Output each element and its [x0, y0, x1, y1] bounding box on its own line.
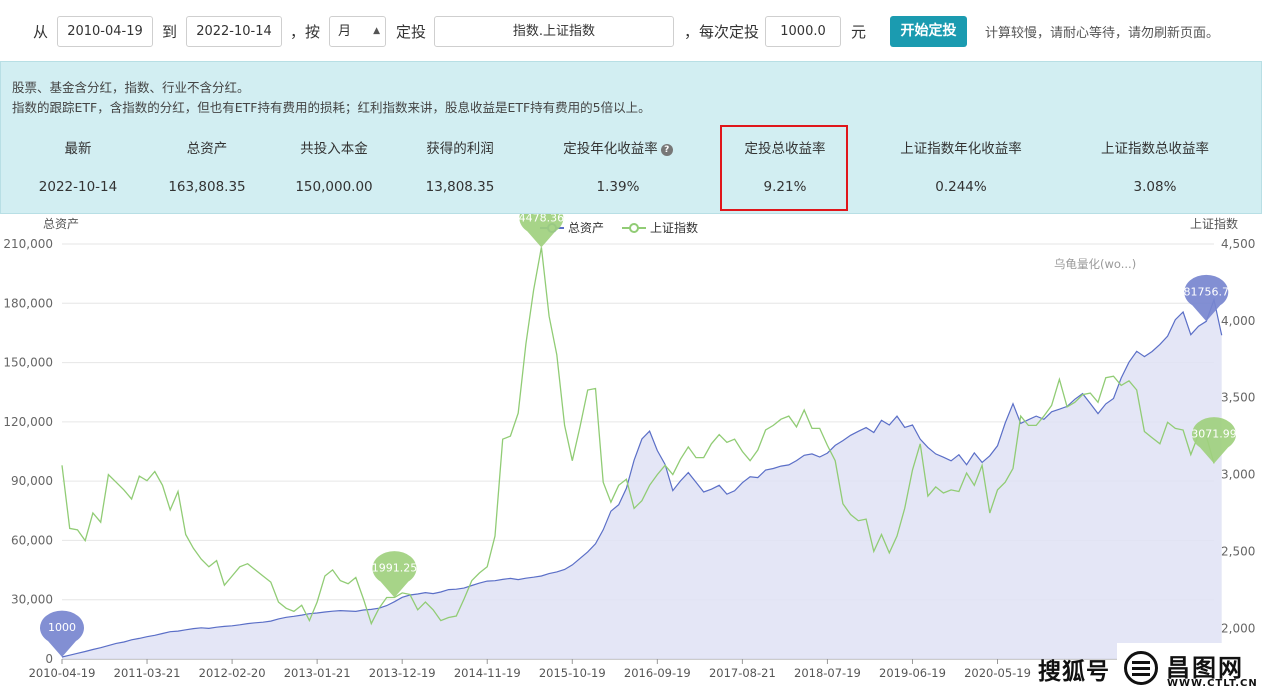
from-label: 从 [33, 23, 49, 41]
y-left-tick: 0 [45, 652, 53, 666]
marker-label: 1000 [48, 621, 76, 634]
stat-header-index-total: 上证指数总收益率 [1101, 141, 1209, 157]
stat-value-principal: 150,000.00 [295, 179, 373, 195]
x-tick-label: 2018-07-19 [794, 666, 861, 680]
target-index-input[interactable]: 指数.上证指数 [434, 16, 674, 47]
y-left-tick: 210,000 [3, 237, 53, 251]
legend-index-marker [629, 223, 639, 233]
stat-value-index-total: 3.08% [1133, 179, 1177, 195]
legend-total-assets-label: 总资产 [568, 221, 604, 235]
dividend-note: 股票、基金含分红，指数、行业不含分红。 [12, 80, 250, 95]
unit-label: 元 [851, 23, 867, 41]
watermark-url: WWW.CTLT.CN [1167, 678, 1258, 689]
watermark-site: 搜狐号 [1038, 659, 1110, 685]
by-label: ，按 [290, 23, 321, 41]
highlight-box [720, 125, 848, 211]
annual-return-label: 定投年化收益率 [563, 141, 658, 157]
y-right-tick: 4,500 [1221, 237, 1255, 251]
stat-header-principal: 共投入本金 [300, 141, 368, 157]
end-date-input[interactable]: 2022-10-14 [186, 16, 282, 47]
stat-header-annual-return: 定投年化收益率? [548, 137, 688, 157]
x-tick-label: 2014-11-19 [454, 666, 521, 680]
stat-header-total-assets: 总资产 [186, 141, 228, 157]
each-amount-label: ，每次定投 [684, 23, 760, 41]
marker-label: 3071.99 [1191, 427, 1237, 440]
backtest-form: 从 2010-04-19 到 2022-10-14 ，按 月 ▲ 定投 指数.上… [0, 0, 1269, 60]
stat-header-profit: 获得的利润 [426, 141, 494, 157]
amount-input[interactable]: 1000.0 [765, 16, 841, 47]
marker-label: 4478.36 [519, 214, 565, 224]
to-label: 到 [162, 23, 178, 41]
x-tick-label: 2020-05-19 [964, 666, 1031, 680]
legend-index-label: 上证指数 [650, 220, 698, 235]
y-right-tick: 2,000 [1221, 621, 1255, 635]
stat-value-latest: 2022-10-14 [38, 179, 118, 195]
y-left-tick: 120,000 [3, 415, 53, 429]
start-invest-button[interactable]: 开始定投 [890, 16, 967, 47]
invest-label: 定投 [396, 23, 427, 41]
question-circle-icon[interactable]: ? [660, 144, 673, 156]
start-date-input[interactable]: 2010-04-19 [57, 16, 153, 47]
period-select[interactable]: 月 ▲ [329, 16, 386, 47]
stat-header-latest: 最新 [64, 141, 92, 157]
period-select-value: 月 [338, 24, 352, 39]
select-arrows-icon: ▲ [373, 26, 380, 36]
x-tick-label: 2012-02-20 [199, 666, 266, 680]
etf-note: 指数的跟踪ETF，含指数的分红，但也有ETF持有费用的损耗；红利指数来讲，股息收… [12, 100, 651, 115]
y-right-tick: 3,500 [1221, 391, 1255, 405]
x-tick-label: 2013-12-19 [369, 666, 436, 680]
y-right-axis-label: 上证指数 [1190, 216, 1238, 231]
x-tick-label: 2019-06-19 [879, 666, 946, 680]
stat-value-profit: 13,808.35 [425, 179, 495, 195]
stat-header-index-annual: 上证指数年化收益率 [900, 141, 1022, 157]
x-tick-label: 2013-01-21 [284, 666, 351, 680]
y-right-tick: 2,500 [1221, 544, 1255, 558]
marker-label: 1991.25 [372, 562, 418, 575]
chart-watermark: 乌龟量化(wo...) [1054, 257, 1136, 271]
y-left-tick: 90,000 [11, 474, 53, 488]
brand-logo-icon [1124, 651, 1158, 685]
x-tick-label: 2015-10-19 [539, 666, 606, 680]
backtest-chart: 0 30,000 60,000 90,000 120,000 150,000 180,000… [3, 214, 1255, 680]
total-assets-area [62, 299, 1222, 659]
y-right-tick: 4,000 [1221, 314, 1255, 328]
x-tick-label: 2017-08-21 [709, 666, 776, 680]
stat-value-annual-return: 1.39% [596, 179, 640, 195]
y-left-tick: 30,000 [11, 593, 53, 607]
y-right-tick: 3,000 [1221, 468, 1255, 482]
y-left-tick: 60,000 [11, 533, 53, 547]
marker-label: 181756.75 [1177, 285, 1237, 298]
x-tick-label: 2016-09-19 [624, 666, 691, 680]
y-left-tick: 150,000 [3, 356, 53, 370]
stat-value-index-annual: 0.244% [935, 179, 987, 195]
x-tick-label: 2010-04-19 [29, 666, 96, 680]
y-left-axis-label: 总资产 [43, 217, 79, 231]
wait-hint: 计算较慢，请耐心等待，请勿刷新页面。 [985, 26, 1220, 41]
stat-value-total-assets: 163,808.35 [168, 179, 246, 195]
x-tick-label: 2011-03-21 [114, 666, 181, 680]
y-left-tick: 180,000 [3, 296, 53, 310]
